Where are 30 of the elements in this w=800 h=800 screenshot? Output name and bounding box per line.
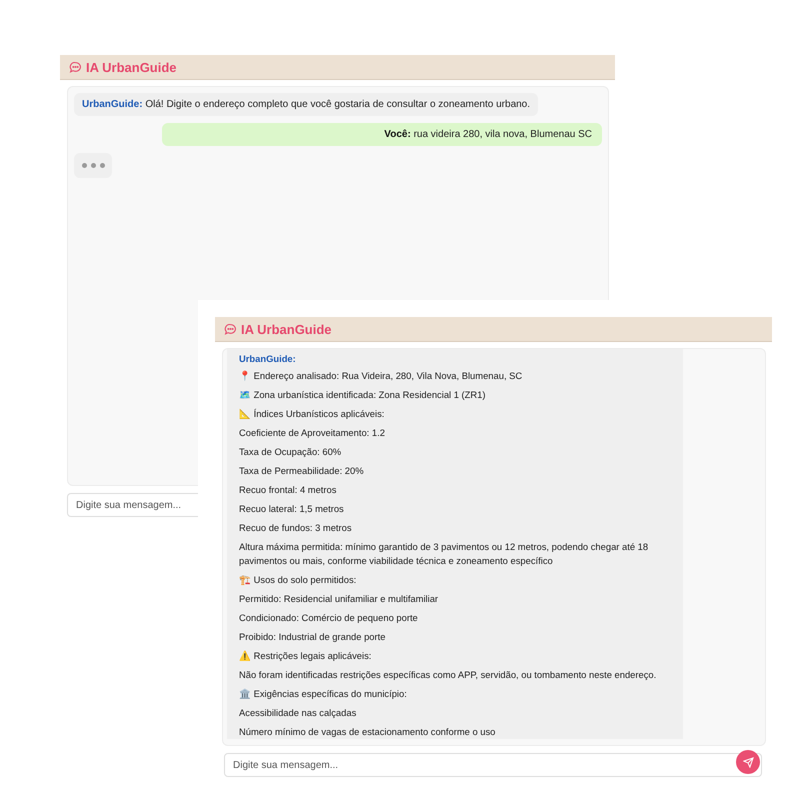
- window-title: IA UrbanGuide: [86, 60, 177, 74]
- message-line: 📐 Índices Urbanísticos aplicáveis:: [239, 407, 386, 421]
- message-line: 🏛 Exigências específicas do município:: [239, 687, 408, 701]
- message-line: Permitido: Residencial unifamiliar e multifamiliar: [239, 592, 440, 606]
- send-icon: [742, 756, 754, 768]
- message-line: Acessibilidade nas calçadas: [239, 706, 358, 720]
- message-line: Proibido: Industrial de grande porte: [239, 630, 386, 644]
- window-title: IA UrbanGuide: [241, 322, 332, 336]
- message-line: 🗺 Zona urbanística identificada: Zona Residencial 1 (ZR1): [239, 388, 486, 402]
- message-line: ⚠ Restrições legais aplicáveis:: [239, 649, 372, 663]
- chat-bubble-icon: [69, 60, 82, 74]
- bot-message: UrbanGuide: Olá! Digite o endereço completo que você gostaria de consultar o zoneamento urbano.: [74, 93, 538, 116]
- sender-name: UrbanGuide:: [239, 353, 297, 364]
- message-line: Taxa de Permeabilidade: 20%: [239, 464, 365, 478]
- message-line: Coeficiente de Aproveitamento: 1.2: [239, 426, 386, 440]
- message-line: Taxa de Ocupação: 60%: [239, 445, 342, 459]
- message-input[interactable]: Digite sua mensagem...: [224, 753, 762, 777]
- chat-bubble-icon: [224, 322, 237, 336]
- message-line: Recuo frontal: 4 metros: [239, 483, 338, 497]
- typing-indicator: [74, 153, 112, 178]
- message-line: Número mínimo de vagas de estacionamento conforme o uso: [239, 725, 496, 739]
- message-line: Condicionado: Comércio de pequeno porte: [239, 611, 419, 625]
- message-line: Altura máxima permitida: mínimo garantido de 3 pavimentos ou 12 metros, podendo chegar até 18 pavimentos ou mais, conforme viabilidade técnica e zoneamento específico: [239, 540, 650, 568]
- message-line: Recuo lateral: 1,5 metros: [239, 502, 345, 516]
- message-input[interactable]: Digite sua mensagem...: [67, 493, 198, 517]
- message-line: Recuo de fundos: 3 metros: [239, 521, 353, 535]
- message-line: 🏗 Usos do solo permitidos:: [239, 573, 358, 587]
- message-line: Não foram identificadas restrições específicas como APP, servidão, ou tombamento neste endereço.: [239, 668, 658, 682]
- user-message: Você: rua videira 280, vila nova, Blumenau SC: [162, 123, 602, 146]
- message-line: 📍 Endereço analisado: Rua Videira, 280, Vila Nova, Blumenau, SC: [239, 369, 524, 383]
